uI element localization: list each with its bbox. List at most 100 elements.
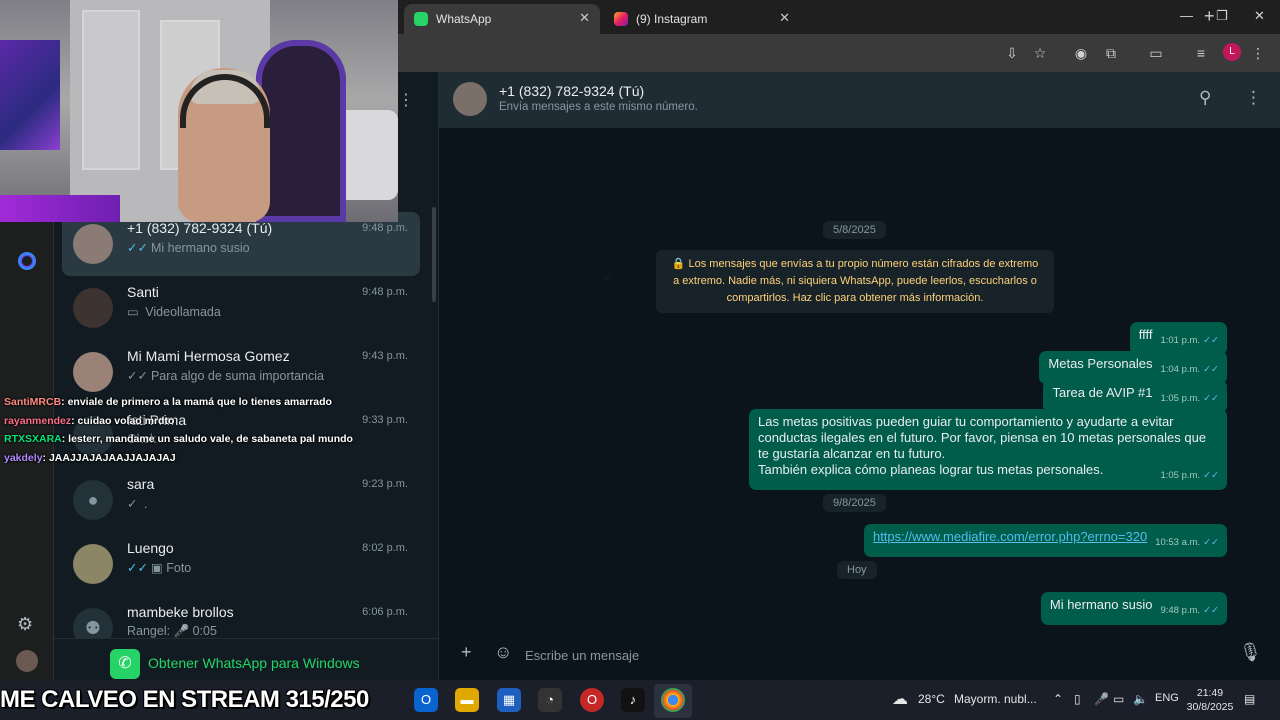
conversation-header[interactable]: +1 (832) 782-9324 (Tú) Envía mensajes a … <box>439 72 1280 128</box>
message-input[interactable]: Escribe un mensaje <box>525 648 639 663</box>
network-icon[interactable]: ▭ <box>1113 692 1124 706</box>
menu-kebab-icon[interactable]: ⋮ <box>1248 43 1268 63</box>
install-app-icon[interactable]: ⇩ <box>1002 43 1022 63</box>
chat-name: sara <box>127 476 155 492</box>
chrome-icon[interactable] <box>661 688 685 712</box>
media-control-icon[interactable]: ≡ <box>1191 43 1211 63</box>
read-tick-icon: ✓✓ <box>1203 364 1219 375</box>
date-separator: 9/8/2025 <box>823 494 886 512</box>
close-tab-icon[interactable]: ✕ <box>579 10 590 26</box>
message-time: 1:05 p.m. <box>1160 470 1201 481</box>
chat-time: 9:33 p.m. <box>362 414 408 426</box>
message-composer: + ☺ Escribe un mensaje 🎙 <box>439 628 1280 680</box>
meta-ai-icon[interactable] <box>18 252 36 270</box>
menu-kebab-icon[interactable]: ⋮ <box>1245 88 1262 108</box>
show-hidden-icons-icon[interactable]: ⌃ <box>1053 692 1063 706</box>
profile-avatar[interactable]: L <box>1223 43 1241 61</box>
avatar <box>73 352 113 392</box>
chat-item-sara[interactable]: ● sara 9:23 p.m. ✓ . <box>62 468 420 532</box>
stream-chat-line: RTXSXARA: lesterr, mandame un saludo val… <box>4 433 353 445</box>
chat-time: 9:48 p.m. <box>362 222 408 234</box>
close-window-button[interactable]: ✕ <box>1254 8 1265 24</box>
tab-label: WhatsApp <box>436 12 492 26</box>
read-tick-icon: ✓✓ <box>1203 335 1219 346</box>
tiktok-icon[interactable]: ♪ <box>621 688 645 712</box>
weather-desc[interactable]: Mayorm. nubl... <box>954 692 1037 706</box>
clock-date: 30/8/2025 <box>1186 701 1234 713</box>
chat-name: Luengo <box>127 540 174 556</box>
stream-chat-line: SantiMRCB: enviale de primero a la mamá … <box>4 396 332 408</box>
chat-time: 9:43 p.m. <box>362 350 408 362</box>
get-app-link[interactable]: Obtener WhatsApp para Windows <box>148 655 360 671</box>
language-indicator[interactable]: ENG <box>1155 692 1179 704</box>
snipping-tool-icon[interactable]: ◔ <box>538 688 562 712</box>
bookmark-star-icon[interactable]: ☆ <box>1030 43 1050 63</box>
message-bubble[interactable]: Mi hermano susio 9:48 p.m. ✓✓ <box>1040 592 1227 625</box>
message-time: 9:48 p.m. <box>1160 605 1201 616</box>
encryption-notice[interactable]: 🔒 Los mensajes que envías a tu propio nú… <box>656 250 1054 313</box>
photo-icon: ▣ <box>150 561 163 575</box>
notifications-icon[interactable]: ▤ <box>1244 692 1255 706</box>
read-tick-icon: ✓✓ <box>127 241 148 255</box>
message-bubble[interactable]: https://www.mediafire.com/error.php?errn… <box>863 524 1227 557</box>
clock-time: 21:49 <box>1196 687 1224 699</box>
get-whatsapp-windows-banner[interactable]: ✆ Obtener WhatsApp para Windows <box>54 638 438 680</box>
default-user-icon: ● <box>87 490 99 510</box>
read-tick-icon: ✓✓ <box>1203 470 1219 481</box>
message-bubble[interactable]: Las metas positivas pueden guiar tu comp… <box>749 409 1227 490</box>
search-icon[interactable]: ⚲ <box>1199 88 1211 108</box>
chat-preview: ✓✓ Mi hermano susio <box>127 241 250 255</box>
message-link[interactable]: https://www.mediafire.com/error.php?errn… <box>873 529 1147 544</box>
screen: WhatsApp ✕ (9) Instagram ✕ + — ❐ ✕ ⇩ ☆ ◉… <box>0 0 1280 720</box>
avatar <box>73 288 113 328</box>
menu-kebab-icon[interactable]: ⋮ <box>398 90 414 110</box>
conversation-title: +1 (832) 782-9324 (Tú) <box>499 83 645 99</box>
tab-instagram[interactable]: (9) Instagram ✕ <box>604 4 800 34</box>
chat-list-scrollbar[interactable] <box>432 207 436 302</box>
chat-item-santi[interactable]: Santi 9:48 p.m. ▭ Videollamada <box>62 276 420 340</box>
opera-icon[interactable]: O <box>580 688 604 712</box>
close-tab-icon[interactable]: ✕ <box>779 10 790 26</box>
microphone-icon[interactable]: 🎙 <box>1239 642 1262 663</box>
stream-webcam-overlay <box>0 0 398 222</box>
chat-time: 9:48 p.m. <box>362 286 408 298</box>
profile-avatar[interactable] <box>16 650 38 672</box>
emoji-sticker-icon[interactable]: ☺ <box>494 642 512 663</box>
weather-temp[interactable]: 28°C <box>918 692 945 706</box>
minimize-button[interactable]: — <box>1180 8 1193 23</box>
chat-preview: Rangel: 🎤 0:05 <box>127 624 217 638</box>
device-icon[interactable]: ▯ <box>1074 692 1081 706</box>
file-explorer-icon[interactable]: ▬ <box>455 688 479 712</box>
stream-chat-line: rayanmendez: cuidao volao mrdto <box>4 414 175 427</box>
maximize-button[interactable]: ❐ <box>1216 8 1228 24</box>
chat-item-luengo[interactable]: Luengo 8:02 p.m. ✓✓ ▣ Foto <box>62 532 420 596</box>
avatar <box>73 544 113 584</box>
conversation-panel: +1 (832) 782-9324 (Tú) Envía mensajes a … <box>438 72 1280 680</box>
chat-preview: ✓✓ Para algo de suma importancia <box>127 369 324 383</box>
chat-preview: ✓✓ ▣ Foto <box>127 561 192 575</box>
message-time: 1:04 p.m. <box>1160 364 1201 375</box>
clock[interactable]: 21:49 30/8/2025 <box>1180 686 1240 714</box>
chat-time: 9:23 p.m. <box>362 478 408 490</box>
avatar <box>73 224 113 264</box>
tab-search-icon[interactable]: ▭ <box>1146 43 1166 63</box>
chat-time: 8:02 p.m. <box>362 542 408 554</box>
attach-plus-icon[interactable]: + <box>461 642 472 663</box>
extensions-puzzle-icon[interactable]: ⧉ <box>1101 43 1121 63</box>
date-separator: Hoy <box>837 561 877 579</box>
extension-icon[interactable]: ◉ <box>1071 43 1091 63</box>
tab-whatsapp[interactable]: WhatsApp ✕ <box>404 4 600 34</box>
new-tab-button[interactable]: + <box>1204 6 1215 27</box>
weather-icon[interactable]: ☁ <box>892 689 908 709</box>
chat-name: Santi <box>127 284 159 300</box>
outlook-icon[interactable]: O <box>414 688 438 712</box>
store-icon[interactable]: ▦ <box>497 688 521 712</box>
volume-icon[interactable]: 🔈 <box>1133 692 1148 706</box>
message-time: 1:05 p.m. <box>1160 393 1201 404</box>
chat-name: +1 (832) 782-9324 (Tú) <box>127 220 273 236</box>
video-call-icon: ▭ <box>127 305 139 319</box>
microphone-icon[interactable]: 🎤 <box>1094 692 1109 706</box>
settings-gear-icon[interactable]: ⚙ <box>17 614 33 635</box>
whatsapp-icon <box>414 12 428 26</box>
instagram-icon <box>614 12 628 26</box>
